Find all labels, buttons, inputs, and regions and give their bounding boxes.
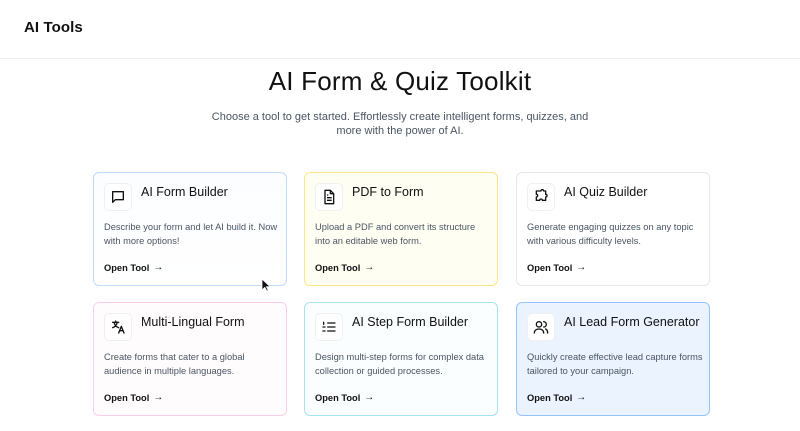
open-tool-label: Open Tool xyxy=(104,262,150,273)
page-title: AI Form & Quiz Toolkit xyxy=(268,66,532,96)
tool-card-ai-quiz-builder[interactable]: AI Quiz Builder Generate engaging quizze… xyxy=(516,172,710,286)
tool-card-multi-lingual-form[interactable]: Multi-Lingual Form Create forms that cat… xyxy=(93,302,287,416)
card-description: Quickly create effective lead capture fo… xyxy=(527,352,703,376)
open-tool-label: Open Tool xyxy=(315,392,361,403)
open-tool-link[interactable]: Open Tool → xyxy=(527,392,586,403)
top-bar: AI Tools xyxy=(0,0,800,59)
card-title: AI Lead Form Generator xyxy=(564,315,700,329)
card-title: PDF to Form xyxy=(352,185,424,199)
tool-card-pdf-to-form[interactable]: PDF to Form Upload a PDF and convert its… xyxy=(304,172,498,286)
tool-card-ai-lead-form-generator[interactable]: AI Lead Form Generator Quickly create ef… xyxy=(516,302,710,416)
tool-card-ai-step-form-builder[interactable]: AI Step Form Builder Design multi-step f… xyxy=(304,302,498,416)
arrow-right-icon: → xyxy=(153,392,164,403)
card-description: Design multi-step forms for complex data… xyxy=(315,352,484,376)
chat-bubble-icon xyxy=(104,183,132,211)
card-title: AI Step Form Builder xyxy=(352,315,469,329)
arrow-right-icon: → xyxy=(576,262,587,273)
open-tool-link[interactable]: Open Tool → xyxy=(104,392,163,403)
translate-icon xyxy=(104,313,132,341)
page-subtitle: Choose a tool to get started. Effortless… xyxy=(211,111,589,137)
arrow-right-icon: → xyxy=(576,392,587,403)
arrow-right-icon: → xyxy=(153,262,164,273)
open-tool-label: Open Tool xyxy=(104,392,150,403)
puzzle-icon xyxy=(527,183,555,211)
card-title: Multi-Lingual Form xyxy=(141,315,245,329)
list-steps-icon xyxy=(315,313,343,341)
card-description: Describe your form and let AI build it. … xyxy=(104,222,278,246)
card-title: AI Quiz Builder xyxy=(564,185,648,199)
card-description: Upload a PDF and convert its structure i… xyxy=(315,222,476,246)
card-description: Generate engaging quizzes on any topic w… xyxy=(527,222,694,246)
open-tool-link[interactable]: Open Tool → xyxy=(315,262,374,273)
open-tool-link[interactable]: Open Tool → xyxy=(315,392,374,403)
users-icon xyxy=(527,313,555,341)
open-tool-label: Open Tool xyxy=(315,262,361,273)
brand-logo-text[interactable]: AI Tools xyxy=(24,19,83,36)
open-tool-link[interactable]: Open Tool → xyxy=(527,262,586,273)
arrow-right-icon: → xyxy=(364,262,375,273)
tool-card-ai-form-builder[interactable]: AI Form Builder Describe your form and l… xyxy=(93,172,287,286)
open-tool-link[interactable]: Open Tool → xyxy=(104,262,163,273)
card-title: AI Form Builder xyxy=(141,185,228,199)
arrow-right-icon: → xyxy=(364,392,375,403)
card-description: Create forms that cater to a global audi… xyxy=(104,352,245,376)
document-icon xyxy=(315,183,343,211)
open-tool-label: Open Tool xyxy=(527,262,573,273)
open-tool-label: Open Tool xyxy=(527,392,573,403)
mouse-cursor-icon xyxy=(261,278,271,292)
